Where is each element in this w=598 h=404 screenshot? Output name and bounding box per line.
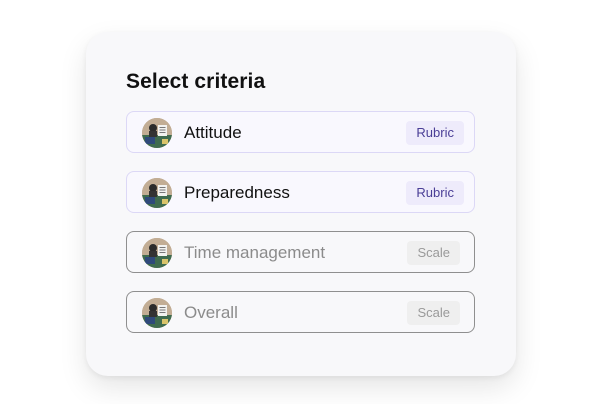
panel-title: Select criteria (126, 70, 266, 93)
criteria-thumbnail-icon (142, 238, 172, 268)
criteria-type-badge: Scale (407, 301, 460, 325)
criteria-type-badge: Rubric (406, 121, 464, 145)
criteria-label: Overall (184, 303, 238, 322)
criteria-row-attitude[interactable]: Attitude Rubric (126, 111, 475, 153)
criteria-label: Preparedness (184, 183, 290, 202)
criteria-type-badge: Rubric (406, 181, 464, 205)
criteria-type-badge: Scale (407, 241, 460, 265)
criteria-row-time-management[interactable]: Time management Scale (126, 231, 475, 273)
criteria-row-preparedness[interactable]: Preparedness Rubric (126, 171, 475, 213)
criteria-label: Time management (184, 243, 326, 262)
criteria-thumbnail-icon (142, 178, 172, 208)
criteria-label: Attitude (184, 123, 242, 142)
criteria-list: Attitude Rubric Preparedness Rubric Time… (126, 111, 475, 351)
criteria-thumbnail-icon (142, 118, 172, 148)
select-criteria-card: Select criteria Attitude Rubric Prepared… (86, 32, 516, 376)
criteria-row-overall[interactable]: Overall Scale (126, 291, 475, 333)
criteria-thumbnail-icon (142, 298, 172, 328)
